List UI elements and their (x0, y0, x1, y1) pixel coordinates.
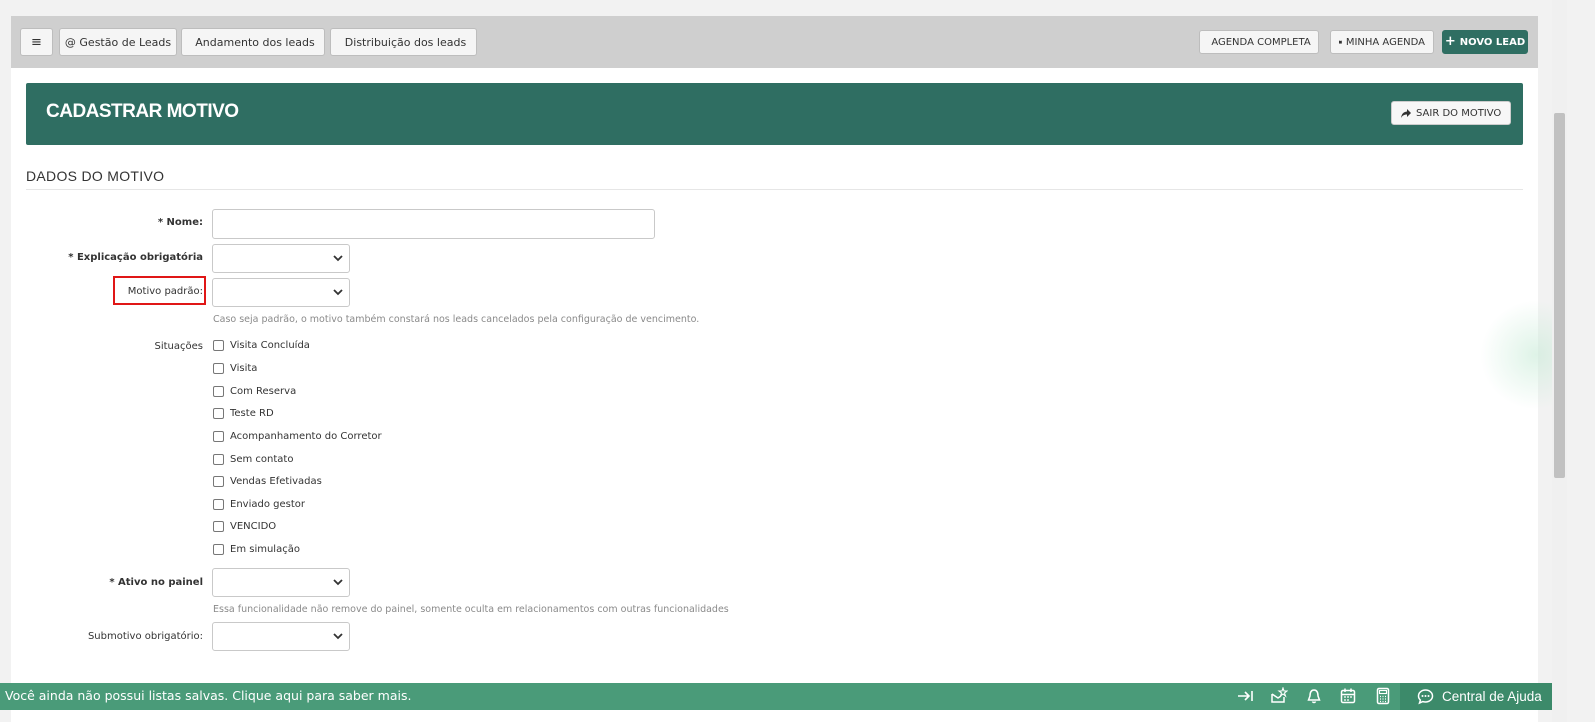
checkbox[interactable] (213, 431, 224, 442)
active-panel-label: * Ativo no painel (109, 577, 203, 588)
menu-button[interactable]: ≡ (20, 28, 53, 56)
full-agenda-label: AGENDA COMPLETA (1211, 36, 1311, 48)
checkbox[interactable] (213, 363, 224, 374)
hamburger-icon: ≡ (31, 34, 42, 50)
situation-label: Teste RD (230, 408, 274, 419)
top-toolbar: ≡ @ Gestão de Leads Andamento dos leads … (11, 16, 1538, 68)
exit-motive-label: SAIR DO MOTIVO (1416, 107, 1502, 119)
situation-checkbox-row[interactable]: Visita Concluída (213, 340, 310, 351)
full-agenda-button[interactable]: AGENDA COMPLETA (1199, 30, 1319, 54)
new-lead-label: NOVO LEAD (1459, 36, 1526, 48)
calendar-icon (1339, 40, 1342, 44)
default-motive-select[interactable] (212, 278, 350, 307)
checkbox[interactable] (213, 521, 224, 532)
situation-checkbox-row[interactable]: Em simulação (213, 544, 300, 555)
situation-label: Sem contato (230, 454, 294, 465)
situation-label: Visita (230, 363, 258, 374)
checkbox[interactable] (213, 476, 224, 487)
situation-checkbox-row[interactable]: Visita (213, 363, 257, 374)
situation-checkbox-row[interactable]: Com Reserva (213, 386, 296, 397)
explanation-label: * Explicação obrigatória (68, 252, 203, 263)
section-divider (26, 189, 1523, 190)
help-center-button[interactable]: Central de Ajuda (1400, 683, 1552, 710)
share-arrow-icon (1401, 108, 1411, 118)
name-input[interactable] (212, 209, 655, 239)
my-agenda-button[interactable]: MINHA AGENDA (1330, 30, 1434, 54)
explanation-select[interactable] (212, 244, 350, 273)
chevron-down-icon (333, 255, 343, 262)
help-center-label: Central de Ajuda (1442, 689, 1542, 704)
situation-checkbox-row[interactable]: Teste RD (213, 408, 274, 419)
situation-checkbox-row[interactable]: Acompanhamento do Corretor (213, 431, 382, 442)
highlight-box (113, 276, 206, 305)
section-title: DADOS DO MOTIVO (26, 168, 165, 184)
situation-label: Enviado gestor (230, 499, 305, 510)
active-panel-select[interactable] (212, 568, 350, 597)
situation-checkbox-row[interactable]: VENCIDO (213, 521, 276, 532)
checkbox[interactable] (213, 408, 224, 419)
new-lead-button[interactable]: + NOVO LEAD (1442, 30, 1528, 54)
saved-lists-message[interactable]: Você ainda não possui listas salvas. Cli… (5, 688, 411, 703)
arrow-to-right-icon[interactable] (1236, 687, 1254, 705)
leads-management-button[interactable]: @ Gestão de Leads (59, 28, 177, 56)
situation-checkbox-row[interactable]: Sem contato (213, 454, 293, 465)
chevron-down-icon (333, 579, 343, 586)
situation-label: Em simulação (230, 544, 300, 555)
scrollbar-thumb[interactable] (1554, 113, 1565, 478)
default-motive-help: Caso seja padrão, o motivo também consta… (213, 314, 700, 325)
calculator-icon[interactable] (1374, 687, 1392, 705)
chevron-down-icon (333, 633, 343, 640)
checkbox[interactable] (213, 499, 224, 510)
page-header-banner: CADASTRAR MOTIVO SAIR DO MOTIVO (26, 83, 1523, 145)
leads-progress-label: Andamento dos leads (195, 35, 315, 49)
submotive-label: Submotivo obrigatório: (87, 631, 203, 642)
page: ≡ @ Gestão de Leads Andamento dos leads … (11, 16, 1538, 722)
page-title: CADASTRAR MOTIVO (46, 101, 239, 122)
situation-label: Com Reserva (230, 386, 297, 397)
checkbox[interactable] (213, 340, 224, 351)
submotive-select[interactable] (212, 622, 350, 651)
name-label: * Nome: (157, 217, 203, 228)
situation-label: VENCIDO (230, 521, 277, 532)
calendar-icon[interactable] (1339, 687, 1357, 705)
situations-label: Situações (154, 341, 204, 352)
checkbox[interactable] (213, 454, 224, 465)
situation-checkbox-row[interactable]: Enviado gestor (213, 499, 305, 510)
leads-management-label: @ Gestão de Leads (64, 35, 172, 49)
plus-icon: + (1444, 34, 1456, 49)
decorative-glow (1480, 300, 1560, 410)
my-agenda-label: MINHA AGENDA (1345, 36, 1425, 48)
chevron-down-icon (333, 289, 343, 296)
leads-progress-button[interactable]: Andamento dos leads (181, 28, 325, 56)
checkbox[interactable] (213, 544, 224, 555)
chat-bubble-icon (1417, 689, 1434, 705)
bell-icon[interactable] (1305, 687, 1323, 705)
situation-checkbox-row[interactable]: Vendas Efetivadas (213, 476, 322, 487)
situation-label: Vendas Efetivadas (230, 476, 322, 487)
checkbox[interactable] (213, 386, 224, 397)
active-panel-help: Essa funcionalidade não remove do painel… (213, 604, 729, 615)
bottom-bar: Você ainda não possui listas salvas. Cli… (0, 683, 1552, 710)
situation-label: Visita Concluída (230, 340, 310, 351)
leads-distribution-button[interactable]: Distribuição dos leads (330, 28, 477, 56)
exit-motive-button[interactable]: SAIR DO MOTIVO (1391, 101, 1512, 125)
mail-star-icon[interactable] (1270, 687, 1288, 705)
leads-distribution-label: Distribuição dos leads (344, 35, 467, 49)
situation-label: Acompanhamento do Corretor (230, 431, 382, 442)
